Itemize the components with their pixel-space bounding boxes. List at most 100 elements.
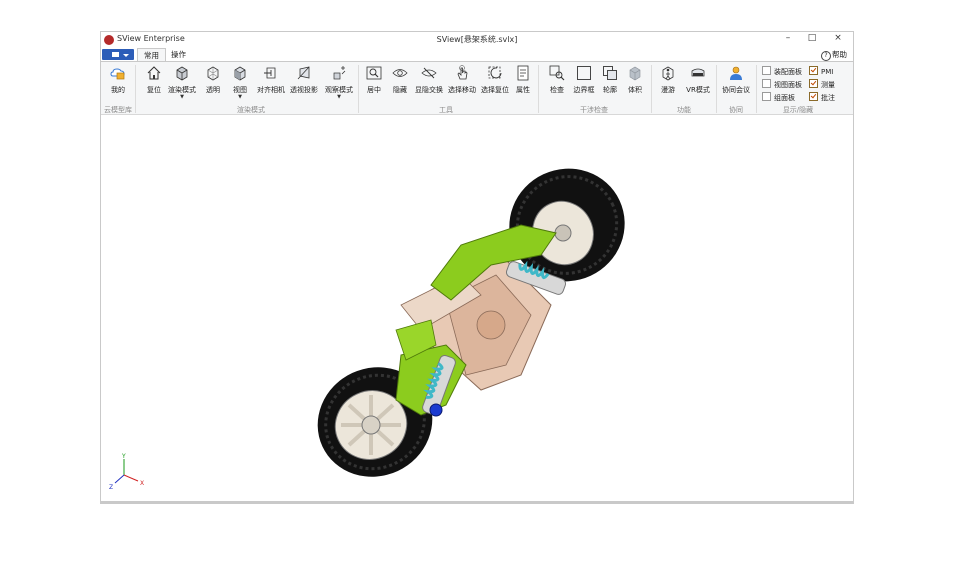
group-divider bbox=[538, 65, 539, 113]
file-menu-button[interactable] bbox=[102, 49, 134, 60]
title-bar: SView Enterprise SView[悬架系统.svlx] – □ × bbox=[101, 32, 853, 48]
select-reset-button[interactable]: 选择复位 bbox=[479, 65, 511, 95]
reset-view-button[interactable]: 复位 bbox=[143, 65, 165, 95]
observe-mode-button[interactable]: 观察模式 ▼ bbox=[322, 65, 356, 100]
show-hide-swap-button[interactable]: 显隐交换 bbox=[413, 65, 445, 95]
group-divider bbox=[135, 65, 136, 113]
help-icon: ? bbox=[821, 51, 831, 61]
assembly-panel-label: 装配面板 bbox=[774, 68, 802, 76]
group-label-render-mode: 渲染模式 bbox=[237, 106, 265, 114]
group-divider bbox=[756, 65, 757, 113]
collab-meeting-label: 协同会议 bbox=[722, 86, 750, 94]
center-icon bbox=[366, 66, 382, 80]
application-window: SView Enterprise SView[悬架系统.svlx] – □ × … bbox=[100, 31, 854, 504]
help-label: 帮助 bbox=[832, 50, 847, 59]
cube-transparent-icon bbox=[207, 66, 219, 81]
eye-icon bbox=[392, 69, 408, 77]
x-axis-line bbox=[123, 474, 139, 482]
cloud-folder-icon bbox=[110, 68, 125, 80]
inspect-label: 检查 bbox=[550, 86, 564, 94]
render-mode-button[interactable]: 渲染模式 ▼ bbox=[167, 65, 197, 100]
transparent-label: 透明 bbox=[206, 86, 220, 94]
x-axis-label: X bbox=[140, 480, 144, 487]
suspension-model[interactable]: Y X Z bbox=[101, 115, 853, 501]
vr-mode-button[interactable]: VR模式 bbox=[683, 65, 713, 95]
center-button[interactable]: 居中 bbox=[363, 65, 385, 95]
axis-triad: Y X Z bbox=[109, 453, 144, 491]
pmi-checkbox[interactable]: PMI bbox=[809, 66, 833, 76]
perspective-label: 透视投影 bbox=[290, 86, 318, 94]
group-label-functions: 功能 bbox=[677, 106, 691, 114]
inspect-icon bbox=[549, 65, 565, 81]
vr-headset-icon bbox=[691, 68, 705, 77]
group-divider bbox=[716, 65, 717, 113]
group-label-tools: 工具 bbox=[439, 106, 453, 114]
select-move-label: 选择移动 bbox=[448, 86, 476, 94]
checkbox-checked-icon bbox=[809, 92, 818, 101]
annotation-checkbox[interactable]: 批注 bbox=[809, 92, 835, 103]
bounding-box-button[interactable]: 边界框 bbox=[571, 65, 597, 95]
volume-button[interactable]: 体积 bbox=[624, 65, 646, 95]
checkbox-unchecked-icon bbox=[762, 92, 771, 101]
menu-bar: 常用 操作 ? 帮助 bbox=[101, 48, 853, 61]
align-camera-label: 对齐相机 bbox=[257, 86, 285, 94]
dropdown-arrow-icon: ▼ bbox=[180, 94, 184, 100]
3d-viewport[interactable]: Y X Z bbox=[101, 115, 853, 503]
pmi-label: PMI bbox=[821, 68, 834, 76]
view-button[interactable]: 视图 ▼ bbox=[228, 65, 252, 100]
group-panel-label: 组面板 bbox=[774, 94, 795, 102]
ribbon-toolbar: 我的 云模型库 复位 渲染模式 ▼ 透明 视图 ▼ 对齐相机 透视投影 观察模式… bbox=[101, 61, 853, 115]
properties-button[interactable]: 属性 bbox=[512, 65, 534, 95]
measure-label: 测量 bbox=[821, 81, 835, 89]
select-move-button[interactable]: 选择移动 bbox=[446, 65, 478, 95]
walkthrough-icon bbox=[662, 66, 674, 81]
my-models-label: 我的 bbox=[111, 86, 125, 94]
volume-icon bbox=[629, 66, 641, 81]
z-axis-label: Z bbox=[109, 484, 113, 491]
cube-view-icon bbox=[234, 66, 246, 81]
view-panel-label: 视图面板 bbox=[774, 81, 802, 89]
dropdown-arrow-icon: ▼ bbox=[337, 94, 341, 100]
tab-operation[interactable]: 操作 bbox=[165, 48, 192, 61]
properties-label: 属性 bbox=[516, 86, 530, 94]
checkbox-unchecked-icon bbox=[762, 79, 771, 88]
group-panel-checkbox[interactable]: 组面板 bbox=[762, 92, 795, 103]
view-panel-checkbox[interactable]: 视图面板 bbox=[762, 79, 802, 90]
bounding-box-label: 边界框 bbox=[573, 86, 595, 94]
walkthrough-button[interactable]: 漫游 bbox=[657, 65, 679, 95]
align-camera-button[interactable]: 对齐相机 bbox=[255, 65, 287, 95]
collab-meeting-button[interactable]: 协同会议 bbox=[720, 65, 752, 95]
maximize-button[interactable]: □ bbox=[805, 33, 819, 43]
measure-checkbox[interactable]: 测量 bbox=[809, 79, 835, 90]
transparent-button[interactable]: 透明 bbox=[201, 65, 225, 95]
eye-swap-icon bbox=[421, 67, 437, 79]
document-title: SView[悬架系统.svlx] bbox=[436, 35, 518, 44]
group-divider bbox=[651, 65, 652, 113]
help-button[interactable]: ? 帮助 bbox=[821, 49, 847, 61]
meeting-icon bbox=[730, 66, 742, 80]
select-reset-label: 选择复位 bbox=[481, 86, 509, 94]
hide-label: 隐藏 bbox=[393, 86, 407, 94]
perspective-button[interactable]: 透视投影 bbox=[288, 65, 320, 95]
tab-common[interactable]: 常用 bbox=[137, 48, 166, 61]
reset-selection-icon bbox=[488, 66, 502, 79]
y-axis-label: Y bbox=[121, 453, 126, 460]
hide-button[interactable]: 隐藏 bbox=[389, 65, 411, 95]
minimize-button[interactable]: – bbox=[781, 33, 795, 43]
volume-label: 体积 bbox=[628, 86, 642, 94]
checkbox-checked-icon bbox=[809, 66, 818, 75]
my-models-button[interactable]: 我的 bbox=[107, 65, 129, 95]
inspect-button[interactable]: 检查 bbox=[546, 65, 568, 95]
outline-icon bbox=[603, 66, 617, 80]
z-axis-line bbox=[114, 474, 125, 484]
bounding-box-icon bbox=[577, 66, 591, 80]
outline-button[interactable]: 轮廓 bbox=[599, 65, 621, 95]
checkbox-checked-icon bbox=[809, 79, 818, 88]
observe-mode-icon bbox=[333, 66, 346, 80]
group-label-collaboration: 协同 bbox=[729, 106, 743, 114]
reset-view-label: 复位 bbox=[147, 86, 161, 94]
assembly-panel-checkbox[interactable]: 装配面板 bbox=[762, 66, 802, 77]
close-button[interactable]: × bbox=[831, 33, 845, 43]
group-label-interference-check: 干涉检查 bbox=[580, 106, 608, 114]
dropdown-arrow-icon: ▼ bbox=[238, 94, 242, 100]
